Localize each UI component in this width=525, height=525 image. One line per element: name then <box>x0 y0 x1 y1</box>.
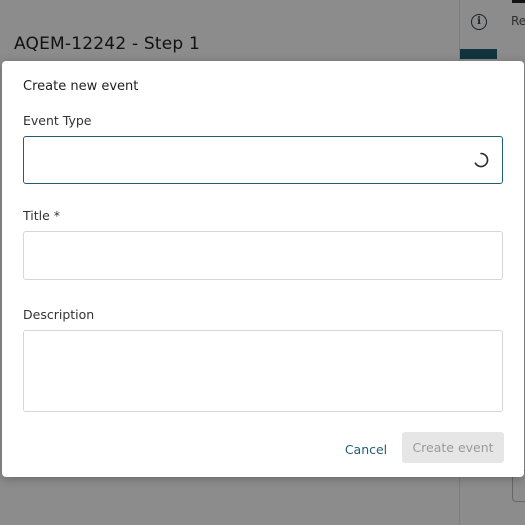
create-event-button[interactable]: Create event <box>402 432 504 463</box>
create-event-dialog: Create new event Event Type Title * Desc… <box>2 61 524 477</box>
dialog-title: Create new event <box>23 79 139 94</box>
title-label: Title * <box>23 208 61 223</box>
cancel-button[interactable]: Cancel <box>335 434 397 464</box>
loading-spinner-icon <box>474 152 489 168</box>
event-type-select[interactable] <box>23 136 503 184</box>
event-type-label: Event Type <box>23 113 92 128</box>
description-label: Description <box>23 307 95 322</box>
title-input[interactable] <box>23 231 503 280</box>
description-textarea[interactable] <box>23 330 503 412</box>
